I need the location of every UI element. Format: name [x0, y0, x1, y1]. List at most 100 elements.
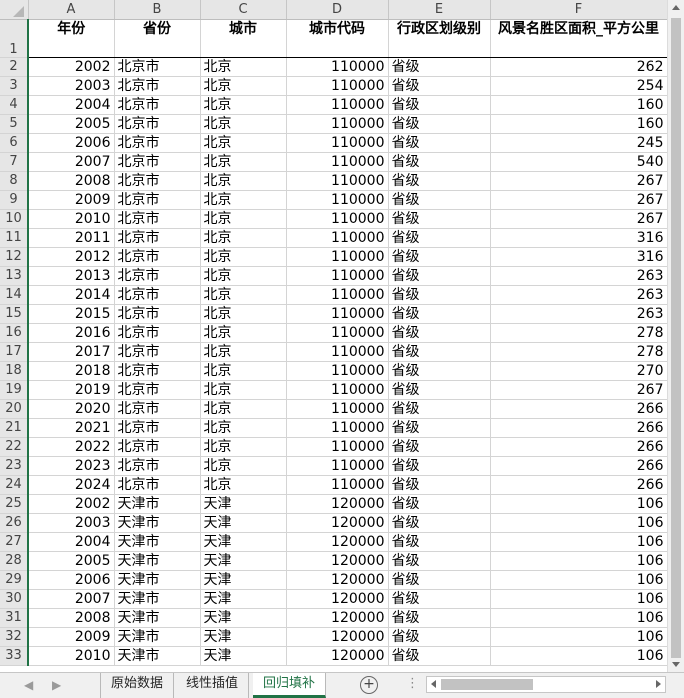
- cell-province[interactable]: 北京市: [114, 95, 201, 115]
- cell-city-code[interactable]: 110000: [286, 190, 389, 210]
- cell-year[interactable]: 2014: [28, 285, 115, 305]
- cell-city[interactable]: 北京: [200, 323, 287, 343]
- cell-city[interactable]: 北京: [200, 95, 287, 115]
- cell-city[interactable]: 北京: [200, 456, 287, 476]
- row-number[interactable]: 20: [0, 399, 29, 419]
- prev-sheet-icon[interactable]: ◀: [24, 678, 33, 692]
- cell-city[interactable]: 北京: [200, 247, 287, 267]
- row-number[interactable]: 12: [0, 247, 29, 267]
- cell-admin-level[interactable]: 省级: [388, 57, 491, 77]
- cell-city-code[interactable]: 110000: [286, 266, 389, 286]
- cell-province[interactable]: 北京市: [114, 323, 201, 343]
- cell-scenic-area[interactable]: 267: [490, 171, 668, 191]
- row-number[interactable]: 10: [0, 209, 29, 229]
- spreadsheet-grid[interactable]: A B C D E F 1 年份 省份 城市 城市代码 行政区划级别 风景名胜区…: [0, 0, 668, 666]
- cell-city[interactable]: 天津: [200, 627, 287, 647]
- cell-city-code[interactable]: 110000: [286, 285, 389, 305]
- cell-province[interactable]: 天津市: [114, 570, 201, 590]
- scroll-up-arrow-icon[interactable]: [672, 5, 680, 10]
- cell-city-code[interactable]: 110000: [286, 133, 389, 153]
- cell-city[interactable]: 北京: [200, 152, 287, 172]
- cell-year[interactable]: 2016: [28, 323, 115, 343]
- row-number[interactable]: 28: [0, 551, 29, 571]
- plus-circle-icon[interactable]: +: [360, 676, 378, 694]
- cell-scenic-area[interactable]: 106: [490, 513, 668, 533]
- cell-scenic-area[interactable]: 160: [490, 95, 668, 115]
- cell-city[interactable]: 天津: [200, 608, 287, 628]
- cell-city-code[interactable]: 120000: [286, 494, 389, 514]
- cell-province[interactable]: 北京市: [114, 437, 201, 457]
- cell-scenic-area[interactable]: 278: [490, 323, 668, 343]
- cell-year[interactable]: 2007: [28, 589, 115, 609]
- cell-city-code[interactable]: 110000: [286, 361, 389, 381]
- cell-city-code[interactable]: 110000: [286, 247, 389, 267]
- header-cell-province[interactable]: 省份: [114, 19, 201, 58]
- cell-city[interactable]: 北京: [200, 285, 287, 305]
- cell-province[interactable]: 天津市: [114, 532, 201, 552]
- cell-city[interactable]: 天津: [200, 589, 287, 609]
- cell-scenic-area[interactable]: 106: [490, 608, 668, 628]
- cell-year[interactable]: 2006: [28, 133, 115, 153]
- cell-year[interactable]: 2011: [28, 228, 115, 248]
- cell-city[interactable]: 北京: [200, 114, 287, 134]
- cell-year[interactable]: 2013: [28, 266, 115, 286]
- cell-province[interactable]: 天津市: [114, 494, 201, 514]
- column-header-e[interactable]: E: [388, 0, 491, 20]
- cell-province[interactable]: 天津市: [114, 608, 201, 628]
- cell-year[interactable]: 2015: [28, 304, 115, 324]
- cell-city-code[interactable]: 110000: [286, 399, 389, 419]
- cell-province[interactable]: 北京市: [114, 361, 201, 381]
- cell-scenic-area[interactable]: 106: [490, 589, 668, 609]
- cell-province[interactable]: 北京市: [114, 114, 201, 134]
- cell-scenic-area[interactable]: 106: [490, 646, 668, 666]
- cell-city-code[interactable]: 120000: [286, 513, 389, 533]
- cell-year[interactable]: 2009: [28, 627, 115, 647]
- cell-year[interactable]: 2023: [28, 456, 115, 476]
- cell-admin-level[interactable]: 省级: [388, 152, 491, 172]
- column-header-a[interactable]: A: [28, 0, 115, 20]
- row-number[interactable]: 31: [0, 608, 29, 628]
- scroll-right-arrow-icon[interactable]: [656, 680, 661, 688]
- cell-province[interactable]: 北京市: [114, 152, 201, 172]
- cell-city[interactable]: 北京: [200, 266, 287, 286]
- cell-scenic-area[interactable]: 106: [490, 532, 668, 552]
- cell-province[interactable]: 北京市: [114, 475, 201, 495]
- row-number[interactable]: 17: [0, 342, 29, 362]
- cell-admin-level[interactable]: 省级: [388, 646, 491, 666]
- cell-city[interactable]: 北京: [200, 228, 287, 248]
- cell-year[interactable]: 2008: [28, 171, 115, 191]
- cell-city[interactable]: 天津: [200, 570, 287, 590]
- cell-city[interactable]: 北京: [200, 342, 287, 362]
- cell-scenic-area[interactable]: 270: [490, 361, 668, 381]
- row-number[interactable]: 14: [0, 285, 29, 305]
- cell-year[interactable]: 2003: [28, 76, 115, 96]
- cell-city[interactable]: 天津: [200, 513, 287, 533]
- cell-admin-level[interactable]: 省级: [388, 532, 491, 552]
- scroll-down-arrow-icon[interactable]: [672, 662, 680, 667]
- cell-scenic-area[interactable]: 266: [490, 399, 668, 419]
- cell-admin-level[interactable]: 省级: [388, 380, 491, 400]
- cell-scenic-area[interactable]: 266: [490, 418, 668, 438]
- cell-scenic-area[interactable]: 254: [490, 76, 668, 96]
- cell-city-code[interactable]: 110000: [286, 152, 389, 172]
- cell-scenic-area[interactable]: 316: [490, 228, 668, 248]
- cell-province[interactable]: 北京市: [114, 304, 201, 324]
- cell-city[interactable]: 北京: [200, 475, 287, 495]
- row-number[interactable]: 4: [0, 95, 29, 115]
- row-number[interactable]: 11: [0, 228, 29, 248]
- cell-admin-level[interactable]: 省级: [388, 228, 491, 248]
- next-sheet-icon[interactable]: ▶: [52, 678, 61, 692]
- select-all-corner[interactable]: [0, 0, 29, 20]
- cell-city-code[interactable]: 110000: [286, 456, 389, 476]
- cell-admin-level[interactable]: 省级: [388, 95, 491, 115]
- cell-admin-level[interactable]: 省级: [388, 342, 491, 362]
- cell-city[interactable]: 北京: [200, 209, 287, 229]
- cell-year[interactable]: 2022: [28, 437, 115, 457]
- cell-city[interactable]: 北京: [200, 190, 287, 210]
- cell-admin-level[interactable]: 省级: [388, 209, 491, 229]
- row-number[interactable]: 16: [0, 323, 29, 343]
- cell-year[interactable]: 2009: [28, 190, 115, 210]
- cell-scenic-area[interactable]: 278: [490, 342, 668, 362]
- column-header-f[interactable]: F: [490, 0, 668, 20]
- cell-admin-level[interactable]: 省级: [388, 76, 491, 96]
